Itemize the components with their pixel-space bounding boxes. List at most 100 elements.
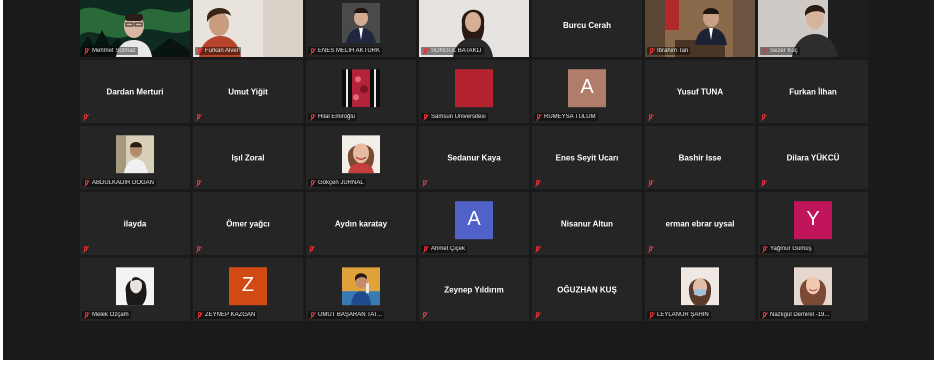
participant-tile-ahmet-cicek[interactable]: A Ahmet Çiçek: [419, 192, 529, 255]
participant-name-large: Bashir Isse: [678, 153, 722, 162]
participant-tile-dilara-yukcu[interactable]: Dilara YÜKCÜ: [758, 126, 868, 189]
mic-muted-icon: [84, 47, 90, 55]
participant-tile-burcu-cerah[interactable]: Burcu Cerah: [532, 0, 642, 57]
participant-tile-sedanur-kaya[interactable]: Sedanur Kaya: [419, 126, 529, 189]
participant-name-large: Burcu Cerah: [562, 20, 611, 30]
participant-tile-zeynep-kazgan[interactable]: Z ZEYNEP KAZGAN: [193, 258, 303, 321]
participant-tile-rumeysa-tulum[interactable]: A RÜMEYSA TULUM: [532, 60, 642, 123]
participant-tile-oguzhan-kus[interactable]: OĞUZHAN KUŞ: [532, 258, 642, 321]
participant-tile-songul-batakli[interactable]: SONGÜL BATAKLI: [419, 0, 529, 57]
mic-muted-icon: [196, 180, 202, 187]
participant-tile-dardan-merturi[interactable]: Dardan Merturi: [80, 60, 190, 123]
participant-caption: Samsun Üniversitesi: [421, 113, 488, 121]
participant-name-large: Umut Yiğit: [228, 87, 268, 96]
mic-muted-icon: [762, 311, 768, 319]
participant-caption: ENES MELİH AKTÜRK: [308, 47, 383, 55]
participant-tile-aydin-karatay[interactable]: Aydın karatay: [306, 192, 416, 255]
profile-photo: [116, 266, 154, 305]
participant-name-large: Aydın karatay: [334, 219, 388, 228]
mic-muted-icon: [649, 311, 655, 319]
participant-tile-nazligul-demirel[interactable]: Nazlıgül Demirel -19...: [758, 258, 868, 321]
participant-tile-furkan-ilhan[interactable]: Furkan İlhan: [758, 60, 868, 123]
profile-photo: [116, 134, 154, 173]
mic-muted-icon: [762, 245, 768, 253]
participant-tile-umut-yigit[interactable]: Umut Yiğit: [193, 60, 303, 123]
participant-name: Gökçen JURNAL: [318, 180, 364, 186]
participant-tile-enes-seyit-ucari[interactable]: Enes Seyit Ucarı: [532, 126, 642, 189]
participant-name-large: Enes Seyit Ucarı: [555, 153, 619, 162]
mic-muted-icon: [536, 113, 542, 121]
participant-name-large: Zeynep Yıldırım: [444, 285, 504, 294]
profile-photo: [681, 266, 719, 305]
participant-caption: RÜMEYSA TULUM: [534, 113, 598, 121]
participant-tile-umut-basaran[interactable]: UMUT BAŞARAN TAT...: [306, 258, 416, 321]
participant-tile-mehmet-sofmaz[interactable]: Mehmet Söfmaz: [80, 0, 190, 57]
participant-name-large: Furkan İlhan: [789, 87, 837, 96]
participant-name: RÜMEYSA TULUM: [544, 114, 596, 120]
participant-name-large: Nisanur Altun: [560, 219, 614, 228]
participant-tile-omer-yagci[interactable]: Ömer yağcı: [193, 192, 303, 255]
participant-caption: Sezer Koç: [760, 47, 800, 55]
participant-tile-melek-ozcam[interactable]: Melek Özçam: [80, 258, 190, 321]
mic-muted-icon: [83, 246, 89, 253]
avatar-letter: A: [568, 68, 606, 107]
participant-name-large: Yusuf TUNA: [676, 87, 724, 96]
mic-muted-icon: [535, 246, 541, 253]
participant-caption: Nazlıgül Demirel -19...: [760, 311, 832, 319]
participant-tile-hilal-emiroglu[interactable]: Hilal Emiroğlu: [306, 60, 416, 123]
mic-muted-icon: [196, 114, 202, 121]
participant-tile-bashir-isse[interactable]: Bashir Isse: [645, 126, 755, 189]
mic-muted-icon: [309, 246, 315, 253]
participant-tile-leylanur-sahin[interactable]: LEYLANUR ŞAHİN: [645, 258, 755, 321]
mic-muted-icon: [84, 311, 90, 319]
participant-tile-yagmur-gumus[interactable]: Y Yağmur Gümüş: [758, 192, 868, 255]
participant-name: Yağmur Gümüş: [770, 246, 812, 252]
mic-muted-icon: [197, 47, 203, 55]
participant-caption: Ahmet Çiçek: [421, 245, 468, 253]
participant-name-large: Işıl Zoral: [231, 153, 265, 162]
avatar-letter: Y: [794, 200, 832, 239]
participant-tile-nisanur-altun[interactable]: Nisanur Altun: [532, 192, 642, 255]
mic-muted-icon: [761, 114, 767, 121]
mic-muted-icon: [423, 245, 429, 253]
mic-muted-icon: [648, 180, 654, 187]
mic-muted-icon: [648, 114, 654, 121]
participant-caption: ABDULKADİR DOĞAN: [82, 179, 157, 187]
participant-tile-furkan-alver[interactable]: Furkan Alver: [193, 0, 303, 57]
participant-name: Nazlıgül Demirel -19...: [770, 312, 830, 318]
participant-tile-zeynep-yildirim[interactable]: Zeynep Yıldırım: [419, 258, 529, 321]
participant-caption: LEYLANUR ŞAHİN: [647, 311, 711, 319]
participant-name: Furkan Alver: [205, 48, 239, 54]
participant-caption: İbrahim Tan: [647, 47, 691, 55]
participant-tile-ibrahim-tan[interactable]: İbrahim Tan: [645, 0, 755, 57]
mic-muted-icon: [197, 311, 203, 319]
participant-tile-gokcen-jurnal[interactable]: Gökçen JURNAL: [306, 126, 416, 189]
participant-tile-abdulkadir-dogan[interactable]: ABDULKADİR DOĞAN: [80, 126, 190, 189]
participant-tile-enes-melih-akturk[interactable]: ENES MELİH AKTÜRK: [306, 0, 416, 57]
participant-name-large: OĞUZHAN KUŞ: [557, 285, 617, 294]
profile-photo: [342, 266, 380, 305]
participant-tile-samsun-universitesi[interactable]: Samsun Üniversitesi: [419, 60, 529, 123]
participant-tile-ilayda[interactable]: ilayda: [80, 192, 190, 255]
participant-tile-sezer-koc[interactable]: Sezer Koç: [758, 0, 868, 57]
participant-name-large: Ömer yağcı: [226, 219, 270, 228]
mic-muted-icon: [422, 180, 428, 187]
participant-name: UMUT BAŞARAN TAT...: [318, 312, 382, 318]
avatar-letter: Z: [229, 266, 267, 305]
mic-muted-icon: [423, 47, 429, 55]
profile-photo: [455, 68, 493, 107]
participant-tile-yusuf-tuna[interactable]: Yusuf TUNA: [645, 60, 755, 123]
participant-caption: Furkan Alver: [195, 47, 241, 55]
avatar-letter: A: [455, 200, 493, 239]
participant-name: Ahmet Çiçek: [431, 246, 466, 252]
participant-grid: Mehmet Söfmaz Furkan Alver ENES MELİH AK…: [80, 0, 868, 321]
mic-muted-icon: [422, 312, 428, 319]
participant-caption: Gökçen JURNAL: [308, 179, 366, 187]
participant-name: ENES MELİH AKTÜRK: [318, 48, 381, 54]
participant-name: Mehmet Söfmaz: [92, 48, 136, 54]
mic-muted-icon: [310, 47, 316, 55]
participant-caption: Mehmet Söfmaz: [82, 47, 138, 55]
participant-tile-erman-ebrar-uysal[interactable]: erman ebrar uysal: [645, 192, 755, 255]
participant-name: Hilal Emiroğlu: [318, 114, 356, 120]
participant-tile-isil-zoral[interactable]: Işıl Zoral: [193, 126, 303, 189]
